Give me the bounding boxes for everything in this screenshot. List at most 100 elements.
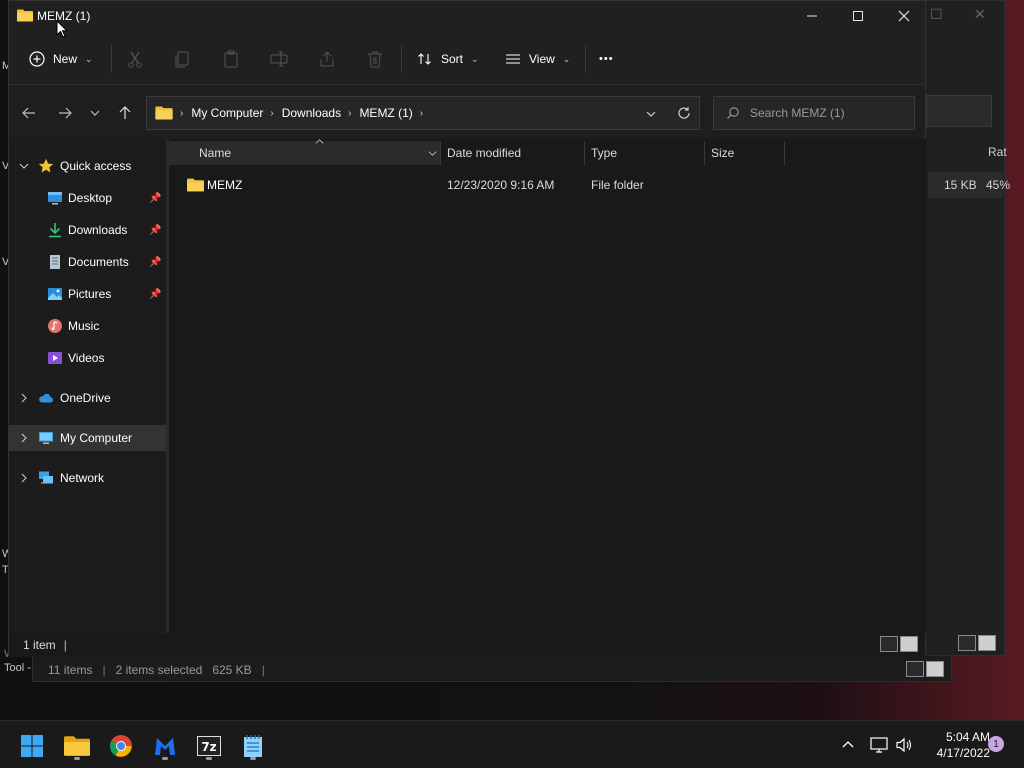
volume-button[interactable]	[895, 721, 913, 768]
background-file-rating: 45%	[986, 178, 1011, 192]
taskbar-7zip[interactable]: 7z	[192, 729, 226, 763]
chevron-down-icon[interactable]	[19, 161, 29, 171]
taskbar-malwarebytes[interactable]	[148, 729, 182, 763]
column-divider[interactable]	[440, 141, 441, 165]
column-divider[interactable]	[784, 141, 785, 165]
sort-button[interactable]: Sort ⌄	[417, 47, 479, 71]
breadcrumb-memz[interactable]: MEMZ (1)	[359, 106, 412, 120]
breadcrumb-my-computer[interactable]: My Computer	[191, 106, 263, 120]
column-header-date[interactable]: Date modified	[447, 139, 521, 167]
network-status-button[interactable]	[870, 721, 888, 768]
recent-locations-button[interactable]	[85, 103, 105, 123]
maximize-button[interactable]	[835, 1, 881, 31]
close-icon[interactable]: ✕	[974, 6, 986, 23]
details-view-icon[interactable]	[880, 636, 898, 652]
close-button[interactable]	[881, 1, 927, 31]
breadcrumb-chevron-icon[interactable]: ›	[348, 108, 351, 119]
sidebar-item-network[interactable]: Network	[9, 465, 166, 491]
more-icon: •••	[599, 53, 614, 65]
column-header-type[interactable]: Type	[591, 139, 617, 167]
arrow-up-icon	[119, 106, 131, 119]
details-view-icon[interactable]	[906, 661, 924, 677]
sidebar-item-pictures[interactable]: Pictures 📌	[9, 281, 166, 307]
new-button[interactable]: New ⌄	[29, 47, 93, 71]
notepad-icon	[244, 735, 262, 757]
forward-button[interactable]	[55, 103, 75, 123]
sidebar-item-documents[interactable]: Documents 📌	[9, 249, 166, 275]
background-view-toggle[interactable]	[906, 661, 944, 677]
search-placeholder: Search MEMZ (1)	[750, 106, 845, 120]
show-hidden-icons-button[interactable]	[842, 721, 854, 768]
taskbar-notepad[interactable]	[236, 729, 270, 763]
large-icons-view-icon[interactable]	[978, 635, 996, 651]
sidebar-item-onedrive[interactable]: OneDrive	[9, 385, 166, 411]
up-button[interactable]	[115, 103, 135, 123]
pin-icon[interactable]: 📌	[149, 257, 161, 268]
sidebar-item-label: Quick access	[60, 159, 132, 173]
back-button[interactable]	[19, 103, 39, 123]
background-search-box[interactable]	[926, 95, 992, 127]
background-view-toggle-right[interactable]	[958, 635, 996, 651]
column-filter-chevron-icon[interactable]	[428, 149, 437, 158]
column-divider[interactable]	[704, 141, 705, 165]
address-history-chevron-icon[interactable]	[645, 108, 657, 120]
network-icon	[39, 471, 53, 484]
large-icons-view-icon[interactable]	[926, 661, 944, 677]
column-header-size[interactable]: Size	[711, 139, 734, 167]
background-column-header[interactable]: Rat	[988, 145, 1007, 159]
column-divider[interactable]	[584, 141, 585, 165]
chevron-right-icon[interactable]	[19, 473, 29, 483]
paste-icon[interactable]	[221, 49, 241, 69]
rename-icon[interactable]	[269, 49, 289, 69]
status-separator: |	[102, 663, 106, 677]
search-box[interactable]: Search MEMZ (1)	[713, 96, 915, 130]
command-bar: New ⌄ Sort ⌄ View ⌄ •••	[9, 33, 925, 85]
file-name[interactable]: MEMZ	[207, 173, 242, 197]
address-bar[interactable]: › My Computer › Downloads › MEMZ (1) ›	[146, 96, 700, 130]
taskbar-file-explorer[interactable]	[60, 729, 94, 763]
breadcrumb-chevron-icon[interactable]: ›	[270, 108, 273, 119]
copy-icon[interactable]	[173, 49, 193, 69]
breadcrumb-downloads[interactable]: Downloads	[282, 106, 341, 120]
network-wired-icon	[870, 737, 888, 753]
view-button[interactable]: View ⌄	[505, 47, 570, 71]
sidebar-item-music[interactable]: Music	[9, 313, 166, 339]
pin-icon[interactable]: 📌	[149, 289, 161, 300]
breadcrumb-chevron-icon[interactable]: ›	[180, 108, 183, 119]
sidebar-item-videos[interactable]: Videos	[9, 345, 166, 371]
breadcrumb-chevron-icon[interactable]: ›	[420, 108, 423, 119]
details-view-icon[interactable]	[958, 635, 976, 651]
sidebar-item-downloads[interactable]: Downloads 📌	[9, 217, 166, 243]
chevron-right-icon[interactable]	[19, 393, 29, 403]
navigation-bar: › My Computer › Downloads › MEMZ (1) › S…	[9, 85, 925, 139]
refresh-icon[interactable]	[677, 106, 691, 120]
pin-icon[interactable]: 📌	[149, 193, 161, 204]
videos-icon	[48, 352, 62, 364]
maximize-icon[interactable]: ☐	[930, 6, 943, 23]
taskbar-chrome[interactable]	[104, 729, 138, 763]
large-icons-view-icon[interactable]	[900, 636, 918, 652]
sidebar-item-label: Network	[60, 471, 105, 485]
pin-icon[interactable]: 📌	[149, 225, 161, 236]
delete-icon[interactable]	[365, 49, 385, 69]
view-toggle[interactable]	[880, 636, 918, 652]
table-row[interactable]: MEMZ 12/23/2020 9:16 AM File folder	[169, 173, 926, 197]
notification-badge[interactable]: 1	[988, 736, 1004, 752]
chevron-right-icon[interactable]	[19, 433, 29, 443]
see-more-button[interactable]: •••	[599, 47, 614, 71]
share-icon[interactable]	[317, 49, 337, 69]
sort-button-label: Sort	[441, 52, 464, 66]
clock-date: 4/17/2022	[936, 746, 990, 760]
cut-icon[interactable]	[125, 49, 145, 69]
search-icon	[727, 107, 739, 119]
arrow-right-icon	[59, 107, 72, 119]
title-bar[interactable]: MEMZ (1)	[9, 1, 925, 33]
sidebar-item-quick-access[interactable]: Quick access	[9, 153, 166, 179]
clock[interactable]: 5:04 AM 4/17/2022	[920, 729, 990, 761]
column-header-name[interactable]: Name	[199, 139, 231, 167]
minimize-button[interactable]	[789, 1, 835, 31]
explorer-window[interactable]: MEMZ (1) New ⌄ Sort ⌄ View ⌄ ••• › My Co…	[8, 0, 926, 657]
start-button[interactable]	[15, 729, 49, 763]
sidebar-item-desktop[interactable]: Desktop 📌	[9, 185, 166, 211]
sidebar-item-my-computer[interactable]: My Computer	[9, 425, 166, 451]
